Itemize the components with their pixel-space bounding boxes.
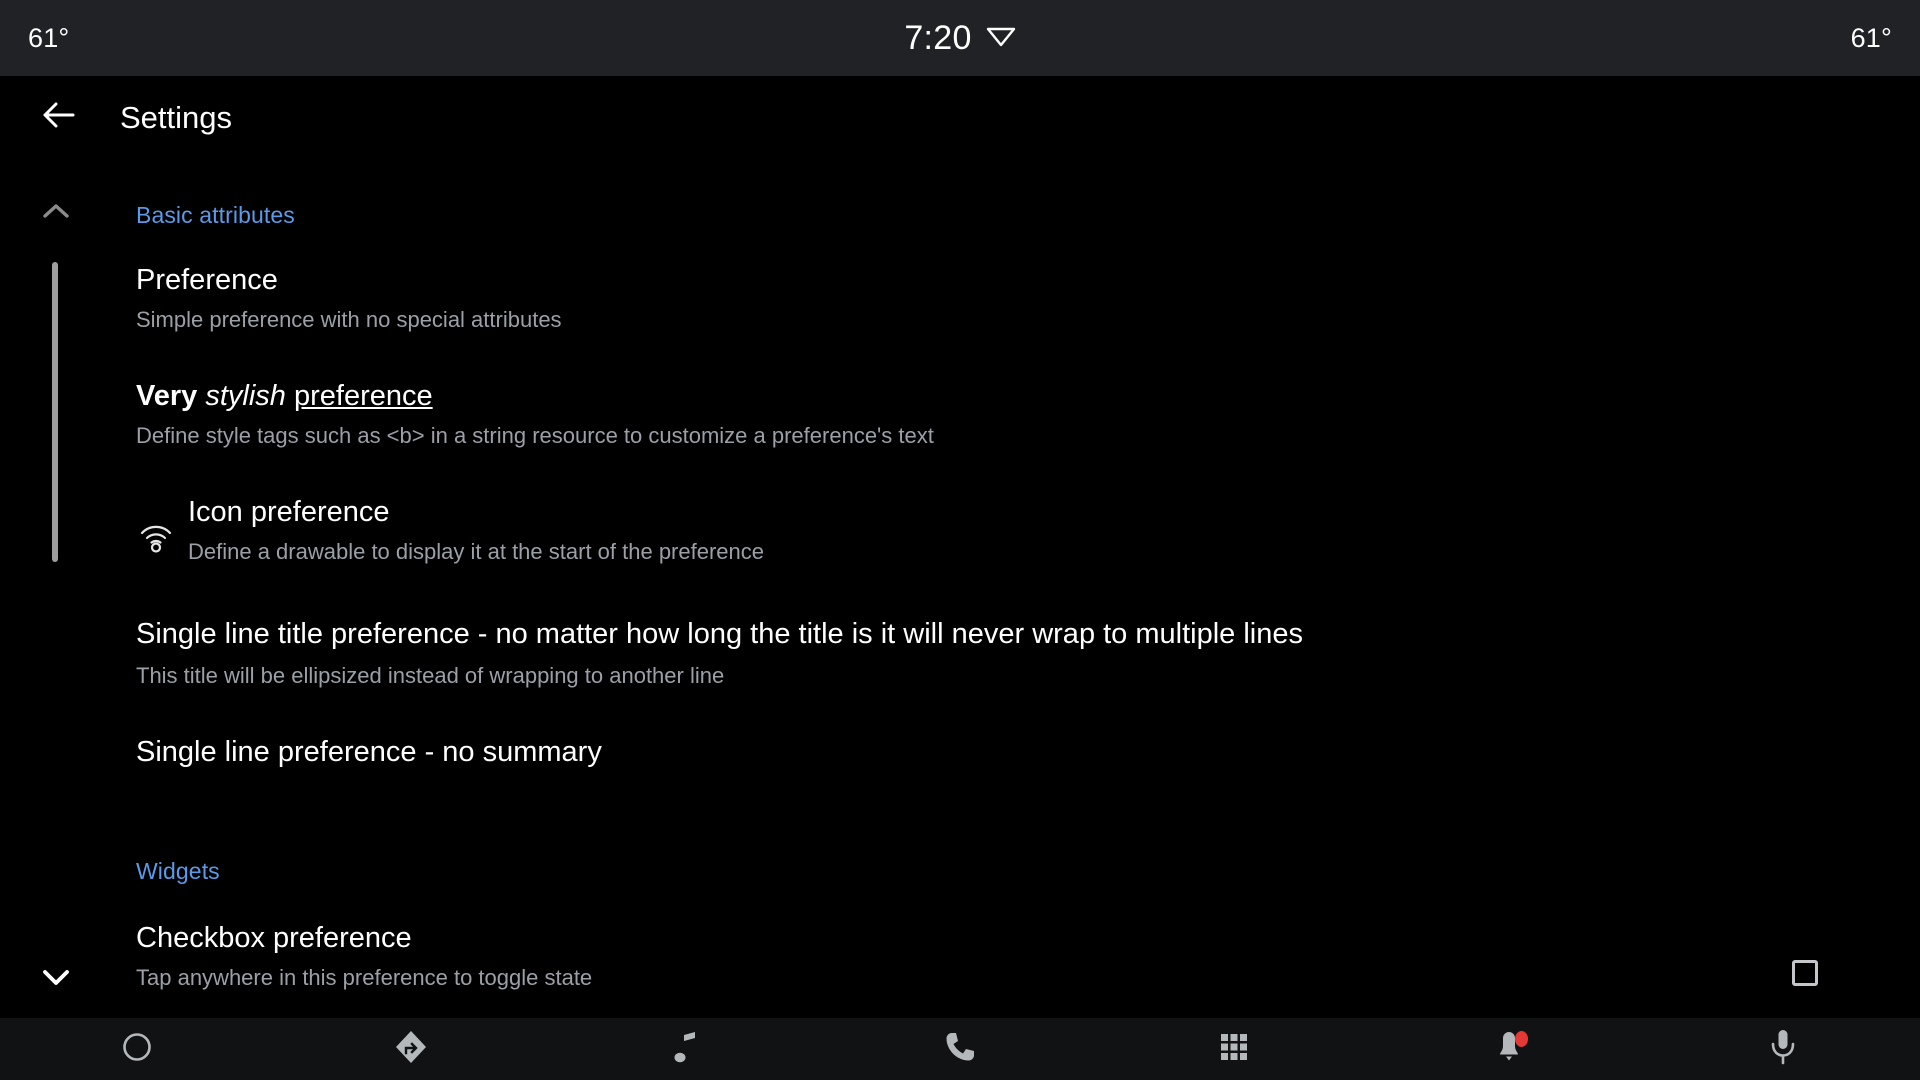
preference-title-italic: stylish — [205, 380, 286, 412]
arrow-left-icon — [37, 94, 79, 141]
apps-grid-icon — [1218, 1031, 1250, 1068]
back-button[interactable] — [22, 81, 94, 153]
microphone-icon — [1769, 1028, 1797, 1071]
bottom-navigation-bar: Apps — [0, 1018, 1920, 1080]
wifi-tethering-icon — [134, 512, 178, 556]
nav-item-phone[interactable] — [823, 1018, 1097, 1080]
preference-title-bold: Very — [136, 380, 198, 412]
section-header-basic-attributes: Basic attributes — [136, 202, 295, 228]
preference-list[interactable]: Basic attributes Preference Simple prefe… — [0, 158, 1920, 1018]
preference-summary: This title will be ellipsized instead of… — [136, 663, 725, 688]
preference-item-checkbox[interactable]: Checkbox preference Tap anywhere in this… — [0, 906, 1920, 1006]
preference-summary: Simple preference with no special attrib… — [136, 307, 562, 332]
preference-item-preference[interactable]: Preference Simple preference with no spe… — [0, 250, 1920, 346]
right-temperature: 61° — [1850, 22, 1892, 53]
navigation-arrow-icon — [393, 1029, 429, 1070]
status-bar: 61° 61° — [0, 0, 1920, 76]
preference-title: Checkbox preference — [136, 922, 412, 954]
preference-title: Very stylish preference — [136, 380, 433, 413]
preference-title: Single line preference - no summary — [136, 736, 602, 768]
nav-item-navigation[interactable] — [274, 1018, 548, 1080]
nav-item-notifications[interactable] — [1371, 1018, 1645, 1080]
phone-icon — [943, 1030, 977, 1069]
checkbox-preference-widget[interactable] — [1792, 960, 1818, 986]
preference-summary: Tap anywhere in this preference to toggl… — [136, 965, 593, 990]
title-space — [286, 380, 294, 412]
preference-title: Single line title preference - no matter… — [136, 618, 1303, 650]
preference-title: Icon preference — [188, 496, 390, 528]
preference-item-stylish[interactable]: Very stylish preference Define style tag… — [0, 366, 1920, 462]
nav-item-apps[interactable]: Apps — [1097, 1018, 1371, 1080]
left-temperature: 61° — [28, 22, 70, 53]
preference-summary: Define a drawable to display it at the s… — [188, 539, 764, 564]
nav-item-media[interactable] — [549, 1018, 823, 1080]
preference-item-single-line-title[interactable]: Single line title preference - no matter… — [0, 608, 1920, 704]
chevron-up-icon — [38, 194, 74, 235]
notification-badge — [1515, 1031, 1529, 1047]
section-header-widgets: Widgets — [136, 858, 220, 884]
nav-item-assistant[interactable] — [1646, 1018, 1920, 1080]
nav-item-home[interactable] — [0, 1018, 274, 1080]
preference-item-icon[interactable]: Icon preference Define a drawable to dis… — [0, 484, 1920, 580]
music-note-icon — [671, 1029, 701, 1070]
preference-title: Preference — [136, 264, 278, 296]
page-title: Settings — [120, 99, 233, 135]
scroll-up-button[interactable] — [32, 190, 80, 238]
home-circle-icon — [120, 1030, 154, 1069]
preference-title-underline: preference — [294, 380, 433, 412]
preference-item-no-summary[interactable]: Single line preference - no summary — [0, 718, 1920, 794]
preference-summary: Define style tags such as <b> in a strin… — [136, 423, 934, 448]
car-settings-screen: 61° 61° 7:20 Settings Basic attributes P… — [0, 0, 1920, 1080]
app-bar: Settings — [0, 76, 1920, 158]
